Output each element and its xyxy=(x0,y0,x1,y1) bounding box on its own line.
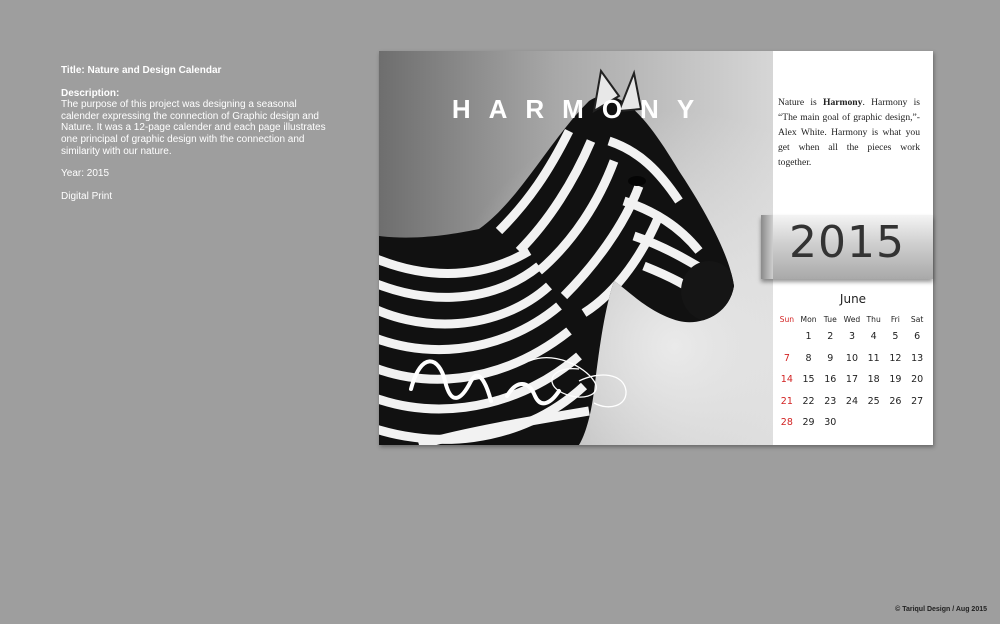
day-cell: 9 xyxy=(827,352,834,364)
calendar-page: HARMONY Nature is Harmony. Harmony is “T… xyxy=(379,51,933,445)
day-cell: 2 xyxy=(827,331,834,343)
quote-bold: Harmony xyxy=(823,97,863,108)
day-cell: 4 xyxy=(870,331,877,343)
day-cell: 26 xyxy=(889,395,902,407)
day-cell: 18 xyxy=(867,374,880,386)
calendar-panel: Nature is Harmony. Harmony is “The main … xyxy=(761,51,933,445)
day-cell: 8 xyxy=(805,352,812,364)
day-cell: 16 xyxy=(824,374,837,386)
day-cell: 21 xyxy=(780,395,793,407)
zebra-photo: HARMONY xyxy=(379,51,773,445)
day-cell: 29 xyxy=(802,417,815,429)
harmony-headline: HARMONY xyxy=(451,94,713,124)
day-cell: 17 xyxy=(845,374,858,386)
day-cell: 28 xyxy=(780,417,793,429)
month-name: June xyxy=(839,292,867,306)
day-cell: 13 xyxy=(911,352,924,364)
day-cell: 30 xyxy=(824,417,837,429)
day-cell: 19 xyxy=(889,374,902,386)
week-row: 14 15 16 17 18 19 20 xyxy=(776,369,928,391)
day-cell: 20 xyxy=(911,374,924,386)
day-cell: 6 xyxy=(914,331,921,343)
day-cell: 27 xyxy=(911,395,924,407)
day-cell: 7 xyxy=(783,352,790,364)
weekday-label: Fri xyxy=(890,314,900,324)
day-cell xyxy=(841,412,863,434)
description-text: The purpose of this project was designin… xyxy=(61,99,326,157)
weekday-label: Thu xyxy=(866,314,881,324)
weekday-label: Mon xyxy=(800,314,817,324)
day-cell xyxy=(863,412,885,434)
day-cell: 24 xyxy=(845,395,858,407)
year-banner: 2015 xyxy=(761,215,933,279)
day-cell: 14 xyxy=(780,374,793,386)
project-title: Title: Nature and Design Calendar xyxy=(61,65,222,76)
weekday-label: Wed xyxy=(843,314,861,324)
weekday-label: Sat xyxy=(910,314,924,324)
weekday-label: Tue xyxy=(823,314,837,324)
day-cell: 25 xyxy=(867,395,880,407)
day-cell: 10 xyxy=(845,352,858,364)
day-cell xyxy=(885,412,907,434)
week-row: 28 29 30 xyxy=(776,412,928,434)
calendar-year: 2015 xyxy=(789,217,905,268)
day-cell: 1 xyxy=(805,331,812,343)
day-cell: 23 xyxy=(824,395,837,407)
month-grid: Sun Mon Tue Wed Thu Fri Sat 1 2 3 4 5 6 … xyxy=(776,312,928,434)
day-cell: 22 xyxy=(802,395,815,407)
weekday-label: Sun xyxy=(779,314,795,324)
week-row: 21 22 23 24 25 26 27 xyxy=(776,391,928,413)
week-row: 1 2 3 4 5 6 xyxy=(776,326,928,348)
day-cell xyxy=(906,412,928,434)
copyright-footer: © Tariqul Design / Aug 2015 xyxy=(895,606,987,613)
day-cell: 15 xyxy=(802,374,815,386)
day-cell: 5 xyxy=(892,331,899,343)
harmony-quote: Nature is Harmony. Harmony is “The main … xyxy=(778,95,920,170)
project-medium: Digital Print xyxy=(61,190,113,202)
day-cell: 3 xyxy=(848,331,855,343)
week-row: 7 8 9 10 11 12 13 xyxy=(776,348,928,370)
day-cell: 11 xyxy=(867,352,880,364)
project-year: Year: 2015 xyxy=(61,168,110,180)
day-cell xyxy=(776,326,798,348)
description-label: Description: xyxy=(61,87,120,99)
project-info: Title: Nature and Design Calendar Descri… xyxy=(61,65,336,213)
weekday-header-row: Sun Mon Tue Wed Thu Fri Sat xyxy=(776,312,928,326)
day-cell: 12 xyxy=(889,352,902,364)
quote-part-1: Nature is xyxy=(778,97,823,108)
